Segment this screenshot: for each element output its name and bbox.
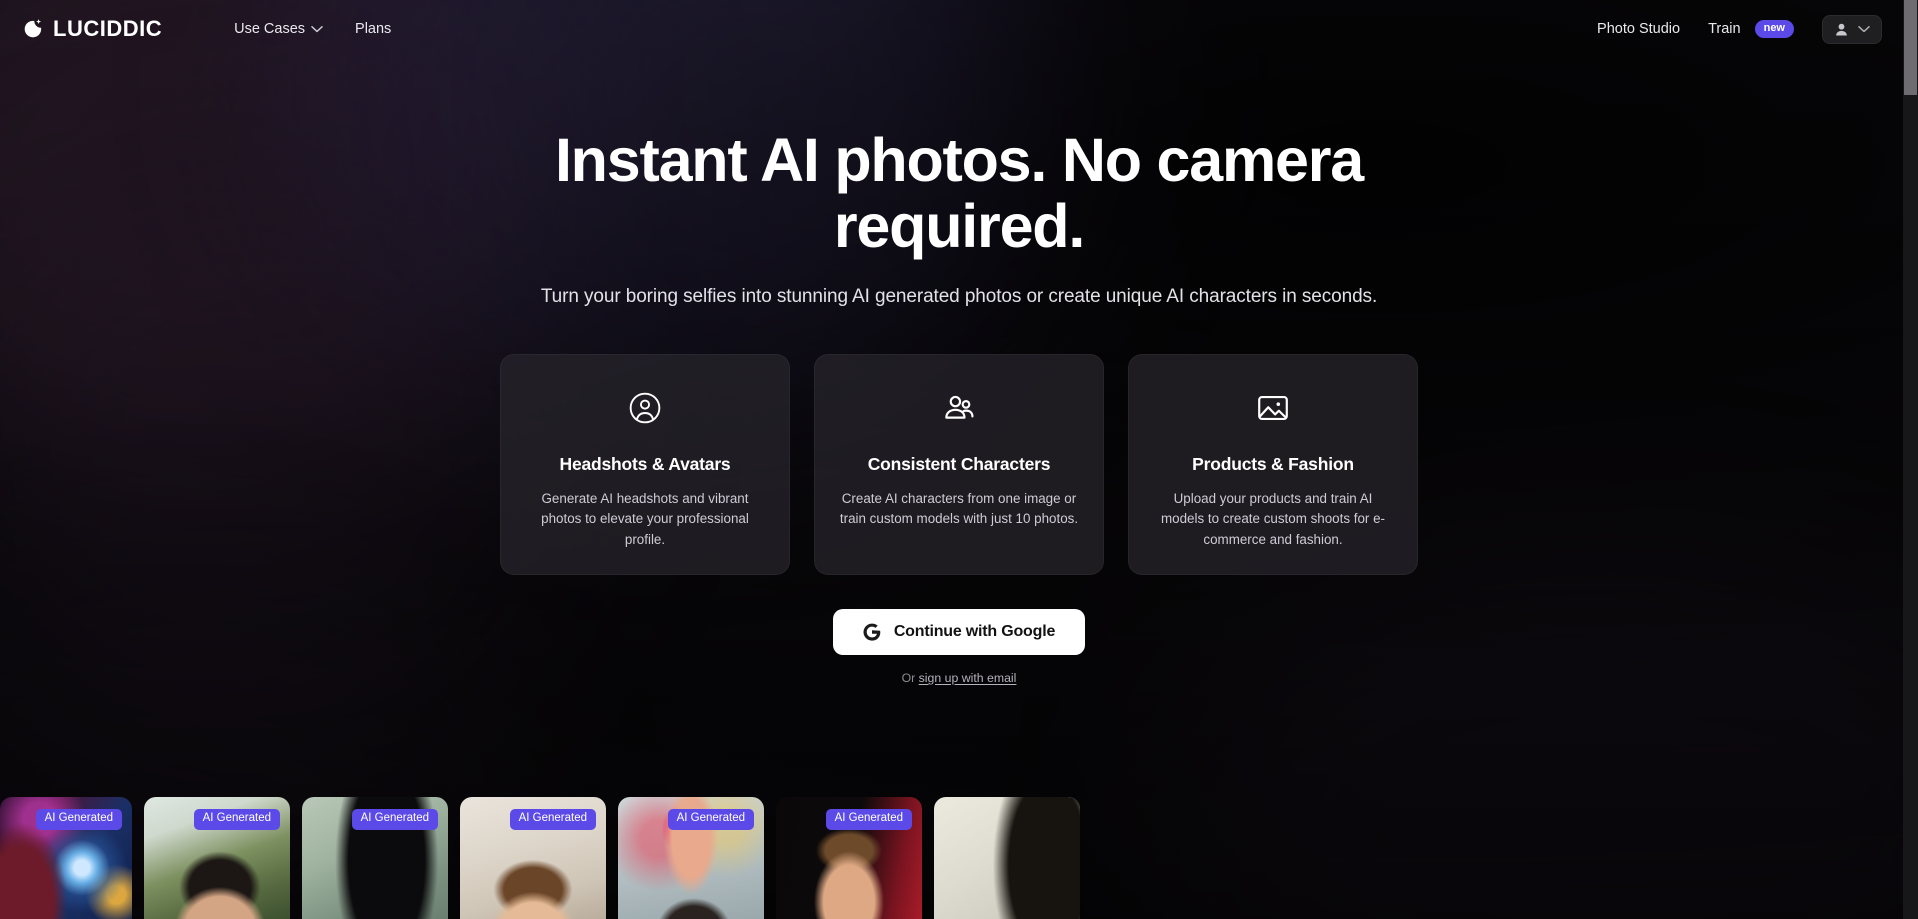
navbar-right-section: Photo Studio Train new — [1597, 14, 1896, 44]
sign-up-with-email-link[interactable]: sign up with email — [919, 671, 1017, 685]
navbar-left-section: LUCIDDIC Use Cases Plans — [22, 16, 391, 42]
gallery-item[interactable]: AI Generated — [460, 797, 606, 919]
feature-card-title: Headshots & Avatars — [559, 453, 731, 474]
nav-item-plans-label: Plans — [355, 21, 392, 37]
gallery-item[interactable]: AI Generated — [618, 797, 764, 919]
new-badge: new — [1754, 20, 1794, 38]
feature-card-list: Headshots & Avatars Generate AI headshot… — [500, 353, 1418, 575]
top-navbar: LUCIDDIC Use Cases Plans Photo Studio Tr… — [0, 0, 1918, 58]
crescent-moon-sparkle-icon — [24, 19, 42, 38]
hero-subtitle: Turn your boring selfies into stunning A… — [540, 285, 1378, 307]
gallery-item[interactable]: AI Generated — [934, 797, 1080, 919]
feature-card-products-fashion[interactable]: Products & Fashion Upload your products … — [1128, 353, 1418, 575]
page-root: LUCIDDIC Use Cases Plans Photo Studio Tr… — [0, 0, 1918, 919]
page-scrollbar-track[interactable] — [1903, 0, 1918, 919]
feature-card-consistent-characters[interactable]: Consistent Characters Create AI characte… — [814, 353, 1104, 575]
gallery-item[interactable]: AI Generated — [302, 797, 448, 919]
feature-card-title: Products & Fashion — [1192, 453, 1354, 474]
nav-item-train[interactable]: Train new — [1708, 20, 1794, 38]
account-menu-button[interactable] — [1822, 14, 1882, 44]
ai-generated-badge: AI Generated — [825, 809, 912, 830]
continue-with-google-button[interactable]: Continue with Google — [832, 608, 1086, 655]
email-signup-line: Or sign up with email — [902, 671, 1017, 685]
user-circle-icon — [629, 392, 661, 424]
brand-logo[interactable]: LUCIDDIC — [22, 16, 162, 42]
continue-with-google-label: Continue with Google — [893, 622, 1056, 640]
hero-section: Instant AI photos. No camera required. T… — [0, 0, 1918, 685]
image-photo-icon — [1258, 395, 1288, 420]
feature-card-description: Create AI characters from one image or t… — [839, 490, 1079, 527]
signup-cta-zone: Continue with Google Or sign up with ema… — [832, 608, 1086, 685]
feature-card-title: Consistent Characters — [867, 453, 1051, 474]
feature-card-headshots-avatars[interactable]: Headshots & Avatars Generate AI headshot… — [500, 353, 790, 575]
ai-generated-badge: AI Generated — [667, 809, 754, 830]
ai-gallery-strip[interactable]: AI Generated AI Generated AI Generated A… — [0, 797, 1918, 919]
brand-name: LUCIDDIC — [53, 16, 163, 41]
nav-item-plans[interactable]: Plans — [355, 21, 391, 37]
user-icon — [1836, 23, 1847, 35]
nav-item-train-label: Train — [1708, 21, 1741, 37]
gallery-item[interactable]: AI Generated — [144, 797, 290, 919]
gallery-image-subject — [934, 797, 1080, 919]
feature-card-description: Generate AI headshots and vibrant photos… — [541, 490, 749, 547]
gallery-item[interactable]: AI Generated — [776, 797, 922, 919]
ai-generated-badge: AI Generated — [193, 809, 280, 830]
ai-generated-badge: AI Generated — [509, 809, 596, 830]
chevron-down-icon — [311, 26, 323, 33]
page-title: Instant AI photos. No camera required. — [554, 126, 1364, 260]
nav-item-use-cases-label: Use Cases — [234, 21, 306, 37]
gallery-item[interactable]: AI Generated — [0, 797, 132, 919]
chevron-down-icon — [1858, 26, 1870, 33]
email-signup-prefix: Or — [901, 670, 919, 685]
ai-generated-badge: AI Generated — [351, 809, 438, 830]
feature-card-description: Upload your products and train AI models… — [1160, 490, 1386, 547]
nav-item-photo-studio-label: Photo Studio — [1597, 21, 1681, 37]
users-group-icon — [945, 395, 974, 419]
navbar-links: Use Cases Plans — [234, 21, 391, 37]
page-scrollbar-thumb[interactable] — [1904, 0, 1917, 95]
nav-item-photo-studio[interactable]: Photo Studio — [1597, 21, 1680, 37]
ai-generated-badge: AI Generated — [35, 809, 122, 830]
nav-item-use-cases[interactable]: Use Cases — [234, 21, 323, 37]
google-g-icon — [863, 623, 881, 641]
